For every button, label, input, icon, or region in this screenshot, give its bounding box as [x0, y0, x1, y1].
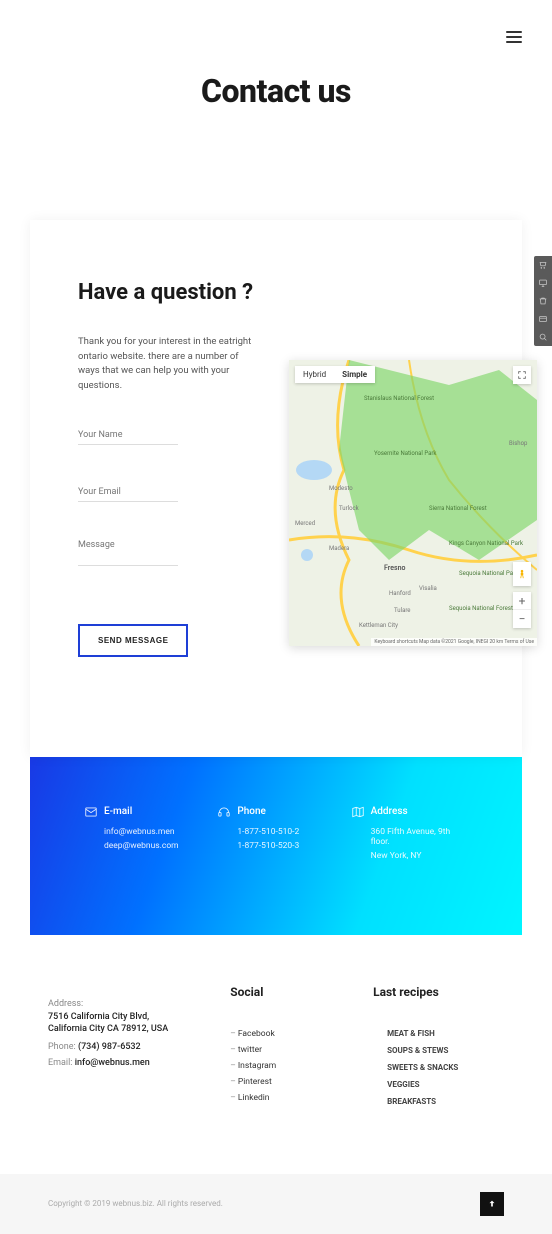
footer-address-label: Address: [48, 999, 218, 1009]
question-card: Have a question ? Thank you for your int… [30, 220, 522, 757]
info-phone: Phone 1-877-510-510-2 1-877-510-520-3 [217, 805, 334, 865]
map-zoom-in[interactable]: + [513, 592, 531, 610]
svg-text:Tulare: Tulare [394, 607, 411, 614]
recipe-sweets-snacks[interactable]: SWEETS & SNACKS [387, 1063, 504, 1072]
social-instagram[interactable]: Instagram [230, 1061, 361, 1071]
back-to-top-button[interactable] [480, 1192, 504, 1216]
map-view-switch: Hybrid Simple [295, 366, 375, 383]
map-zoom-controls: + − [513, 592, 531, 628]
footer-email: Email: info@webnus.men [48, 1058, 218, 1068]
question-intro: Thank you for your interest in the eatri… [78, 335, 258, 394]
footer-email-label-wrap: Email: info@webnus.men [48, 1058, 150, 1068]
side-toolbar [534, 256, 552, 346]
footer-phone-label-wrap: Phone: (734) 987-6532 [48, 1042, 141, 1052]
svg-text:Yosemite National Park: Yosemite National Park [374, 450, 437, 457]
headset-icon [217, 805, 231, 819]
address-line-1: 360 Fifth Avenue, 9th floor. [371, 827, 468, 847]
svg-text:Stanislaus National Forest: Stanislaus National Forest [364, 395, 434, 402]
svg-text:Fresno: Fresno [384, 564, 405, 572]
tool-search-icon[interactable] [534, 328, 552, 346]
email-line-1: info@webnus.men [104, 827, 201, 837]
footer-phone: Phone: (734) 987-6532 [48, 1042, 218, 1052]
phone-line-1: 1-877-510-510-2 [237, 827, 334, 837]
footer-address-text: 7516 California City Blvd, California Ci… [48, 1011, 188, 1036]
arrow-up-icon [487, 1198, 497, 1210]
recipe-veggies[interactable]: VEGGIES [387, 1080, 504, 1089]
map-view-hybrid[interactable]: Hybrid [295, 366, 334, 383]
map-pegman-icon[interactable] [513, 562, 531, 586]
svg-text:Bishop: Bishop [509, 440, 528, 447]
email-input[interactable] [78, 483, 178, 502]
svg-text:Visalia: Visalia [419, 585, 437, 592]
recipe-soups-stews[interactable]: SOUPS & STEWS [387, 1046, 504, 1055]
tool-monitor-icon[interactable] [534, 274, 552, 292]
svg-text:Turlock: Turlock [339, 505, 360, 512]
phone-label: Phone [237, 806, 266, 817]
footer-contact: Address: 7516 California City Blvd, Cali… [48, 985, 218, 1114]
footer-social: Social Facebook twitter Instagram Pinter… [230, 985, 361, 1114]
copyright-bar: Copyright © 2019 webnus.biz. All rights … [0, 1174, 552, 1234]
social-facebook[interactable]: Facebook [230, 1029, 361, 1039]
svg-text:Sierra National Forest: Sierra National Forest [429, 505, 487, 512]
address-line-2: New York, NY [371, 851, 468, 861]
email-line-2: deep@webnus.com [104, 841, 201, 851]
menu-toggle[interactable] [506, 28, 522, 46]
recipes-title: Last recipes [373, 985, 504, 999]
social-pinterest[interactable]: Pinterest [230, 1077, 361, 1087]
social-title: Social [230, 985, 361, 999]
svg-text:Sequoia National Park: Sequoia National Park [459, 570, 519, 577]
tool-cart-icon[interactable] [534, 256, 552, 274]
svg-text:Hanford: Hanford [389, 590, 411, 597]
svg-text:Kings Canyon National Park: Kings Canyon National Park [449, 540, 524, 547]
name-input[interactable] [78, 426, 178, 445]
tool-trash-icon[interactable] [534, 292, 552, 310]
social-linkedin[interactable]: Linkedin [230, 1093, 361, 1103]
map-terrain: Stanislaus National Forest Yosemite Nati… [289, 360, 537, 646]
email-label: E-mail [104, 806, 132, 817]
footer: Address: 7516 California City Blvd, Cali… [0, 935, 552, 1154]
svg-text:Merced: Merced [295, 520, 315, 527]
info-email: E-mail info@webnus.men deep@webnus.com [84, 805, 201, 865]
map-zoom-out[interactable]: − [513, 610, 531, 628]
svg-text:Sequoia National Forest: Sequoia National Forest [449, 605, 513, 612]
map-attribution: Keyboard shortcuts Map data ©2021 Google… [371, 638, 537, 646]
info-address: Address 360 Fifth Avenue, 9th floor. New… [351, 805, 468, 865]
map-view-simple[interactable]: Simple [334, 366, 375, 383]
tool-card-icon[interactable] [534, 310, 552, 328]
map-panel[interactable]: Stanislaus National Forest Yosemite Nati… [289, 360, 537, 646]
address-label: Address [371, 806, 408, 817]
recipe-meat-fish[interactable]: MEAT & FISH [387, 1029, 504, 1038]
contact-info-strip: E-mail info@webnus.men deep@webnus.com P… [30, 757, 522, 935]
question-title: Have a question ? [78, 280, 474, 305]
mail-icon [84, 805, 98, 819]
map-fullscreen-button[interactable] [513, 366, 531, 384]
copyright-text: Copyright © 2019 webnus.biz. All rights … [48, 1199, 223, 1208]
recipe-breakfasts[interactable]: BREAKFASTS [387, 1097, 504, 1106]
map-icon [351, 805, 365, 819]
svg-text:Modesto: Modesto [329, 485, 353, 492]
footer-recipes: Last recipes MEAT & FISH SOUPS & STEWS S… [373, 985, 504, 1114]
send-message-button[interactable]: SEND MESSAGE [78, 624, 188, 657]
phone-line-2: 1-877-510-520-3 [237, 841, 334, 851]
social-twitter[interactable]: twitter [230, 1045, 361, 1055]
message-textarea[interactable] [78, 536, 178, 566]
page-title: Contact us [0, 72, 552, 110]
svg-text:Madera: Madera [329, 545, 349, 552]
svg-text:Kettleman City: Kettleman City [359, 622, 398, 629]
